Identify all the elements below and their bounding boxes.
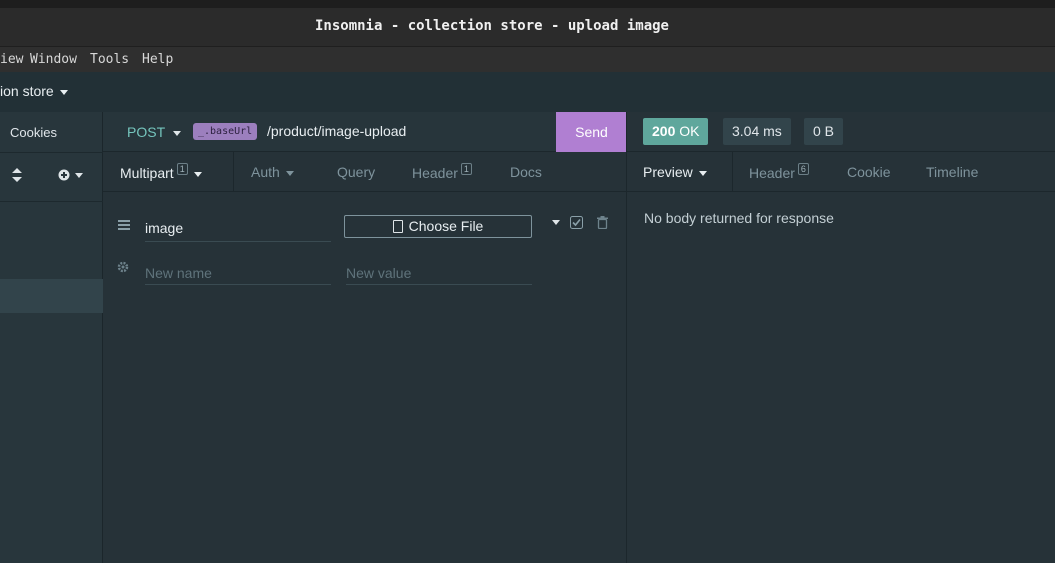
workspace-bar: ion store — [0, 72, 1055, 112]
new-param-row — [103, 253, 627, 287]
menu-window[interactable]: Window — [30, 52, 77, 67]
window-titlebar: Insomnia - collection store - upload ima… — [0, 0, 1055, 46]
plus-circle-icon — [58, 169, 83, 181]
method-label: POST — [127, 124, 166, 140]
tab-header-count: 1 — [460, 163, 472, 175]
workspace-dropdown[interactable]: ion store — [0, 83, 68, 99]
status-text: OK — [679, 123, 700, 139]
tab-header-label: Header — [412, 165, 458, 181]
cookies-button[interactable]: Cookies — [10, 125, 57, 140]
add-request-button[interactable] — [58, 168, 84, 185]
tab-response-header-count: 6 — [797, 163, 809, 175]
tab-preview-label: Preview — [643, 164, 693, 180]
tab-auth[interactable]: Auth — [251, 164, 294, 180]
send-button[interactable]: Send — [556, 112, 627, 152]
new-name-input[interactable] — [145, 257, 331, 285]
menu-help[interactable]: Help — [142, 52, 173, 67]
tab-divider — [233, 152, 234, 192]
chevron-down-icon — [59, 89, 68, 95]
chevron-down-icon — [173, 130, 182, 136]
tab-response-header[interactable]: Header 6 — [749, 163, 809, 181]
url-bar: POST _.baseUrl /product/image-upload Sen… — [103, 112, 627, 152]
gear-icon[interactable] — [117, 261, 129, 276]
method-dropdown[interactable]: POST — [127, 124, 182, 140]
status-code: 200 — [652, 123, 676, 139]
chevron-down-icon — [193, 171, 202, 177]
empty-response-message: No body returned for response — [644, 210, 834, 226]
sidebar-item-active-request[interactable] — [0, 279, 103, 313]
param-name-field[interactable]: image — [145, 214, 331, 242]
workspace-name: ion store — [0, 83, 54, 99]
sort-icon[interactable] — [12, 168, 22, 185]
new-value-input[interactable] — [346, 257, 532, 285]
sidebar-divider — [0, 201, 103, 202]
tab-timeline[interactable]: Timeline — [926, 164, 978, 180]
window-title: Insomnia - collection store - upload ima… — [314, 18, 669, 34]
sidebar-divider — [0, 152, 103, 153]
tab-body-count: 1 — [176, 163, 188, 175]
response-size-badge: 0 B — [804, 118, 844, 145]
tab-preview[interactable]: Preview — [643, 164, 707, 180]
tab-divider — [732, 152, 733, 192]
request-tabs: Multipart 1 Auth Query Header 1 Docs — [103, 152, 627, 192]
tab-body-label: Multipart — [120, 165, 174, 181]
url-input[interactable]: /product/image-upload — [267, 123, 406, 139]
chevron-down-icon — [698, 170, 707, 176]
trash-icon[interactable] — [597, 216, 608, 232]
sidebar: Cookies — [0, 112, 103, 563]
tab-header[interactable]: Header 1 — [412, 163, 472, 181]
file-icon — [392, 220, 403, 233]
choose-file-label: Choose File — [408, 218, 484, 234]
checkbox-icon[interactable] — [570, 216, 583, 232]
tab-cookie[interactable]: Cookie — [847, 164, 891, 180]
status-badge: 200 OK — [643, 118, 709, 145]
response-tabs: Preview Header 6 Cookie Timeline — [627, 152, 1055, 192]
drag-handle-icon[interactable] — [118, 220, 130, 232]
choose-file-button[interactable]: Choose File — [344, 215, 532, 238]
chevron-down-icon[interactable] — [552, 220, 560, 225]
multipart-param-row: image Choose File — [103, 210, 627, 244]
menu-bar: iew Window Tools Help — [0, 46, 1055, 72]
response-status-bar: 200 OK 3.04 ms 0 B — [627, 112, 1055, 152]
tab-query[interactable]: Query — [337, 164, 375, 180]
tab-body[interactable]: Multipart 1 — [120, 163, 202, 181]
response-time-badge: 3.04 ms — [723, 118, 791, 145]
chevron-down-icon — [285, 170, 294, 176]
tab-response-header-label: Header — [749, 165, 795, 181]
tab-auth-label: Auth — [251, 164, 280, 180]
base-url-variable-tag[interactable]: _.baseUrl — [193, 123, 258, 140]
menu-view[interactable]: iew — [0, 52, 23, 67]
menu-tools[interactable]: Tools — [90, 52, 129, 67]
tab-docs[interactable]: Docs — [510, 164, 542, 180]
